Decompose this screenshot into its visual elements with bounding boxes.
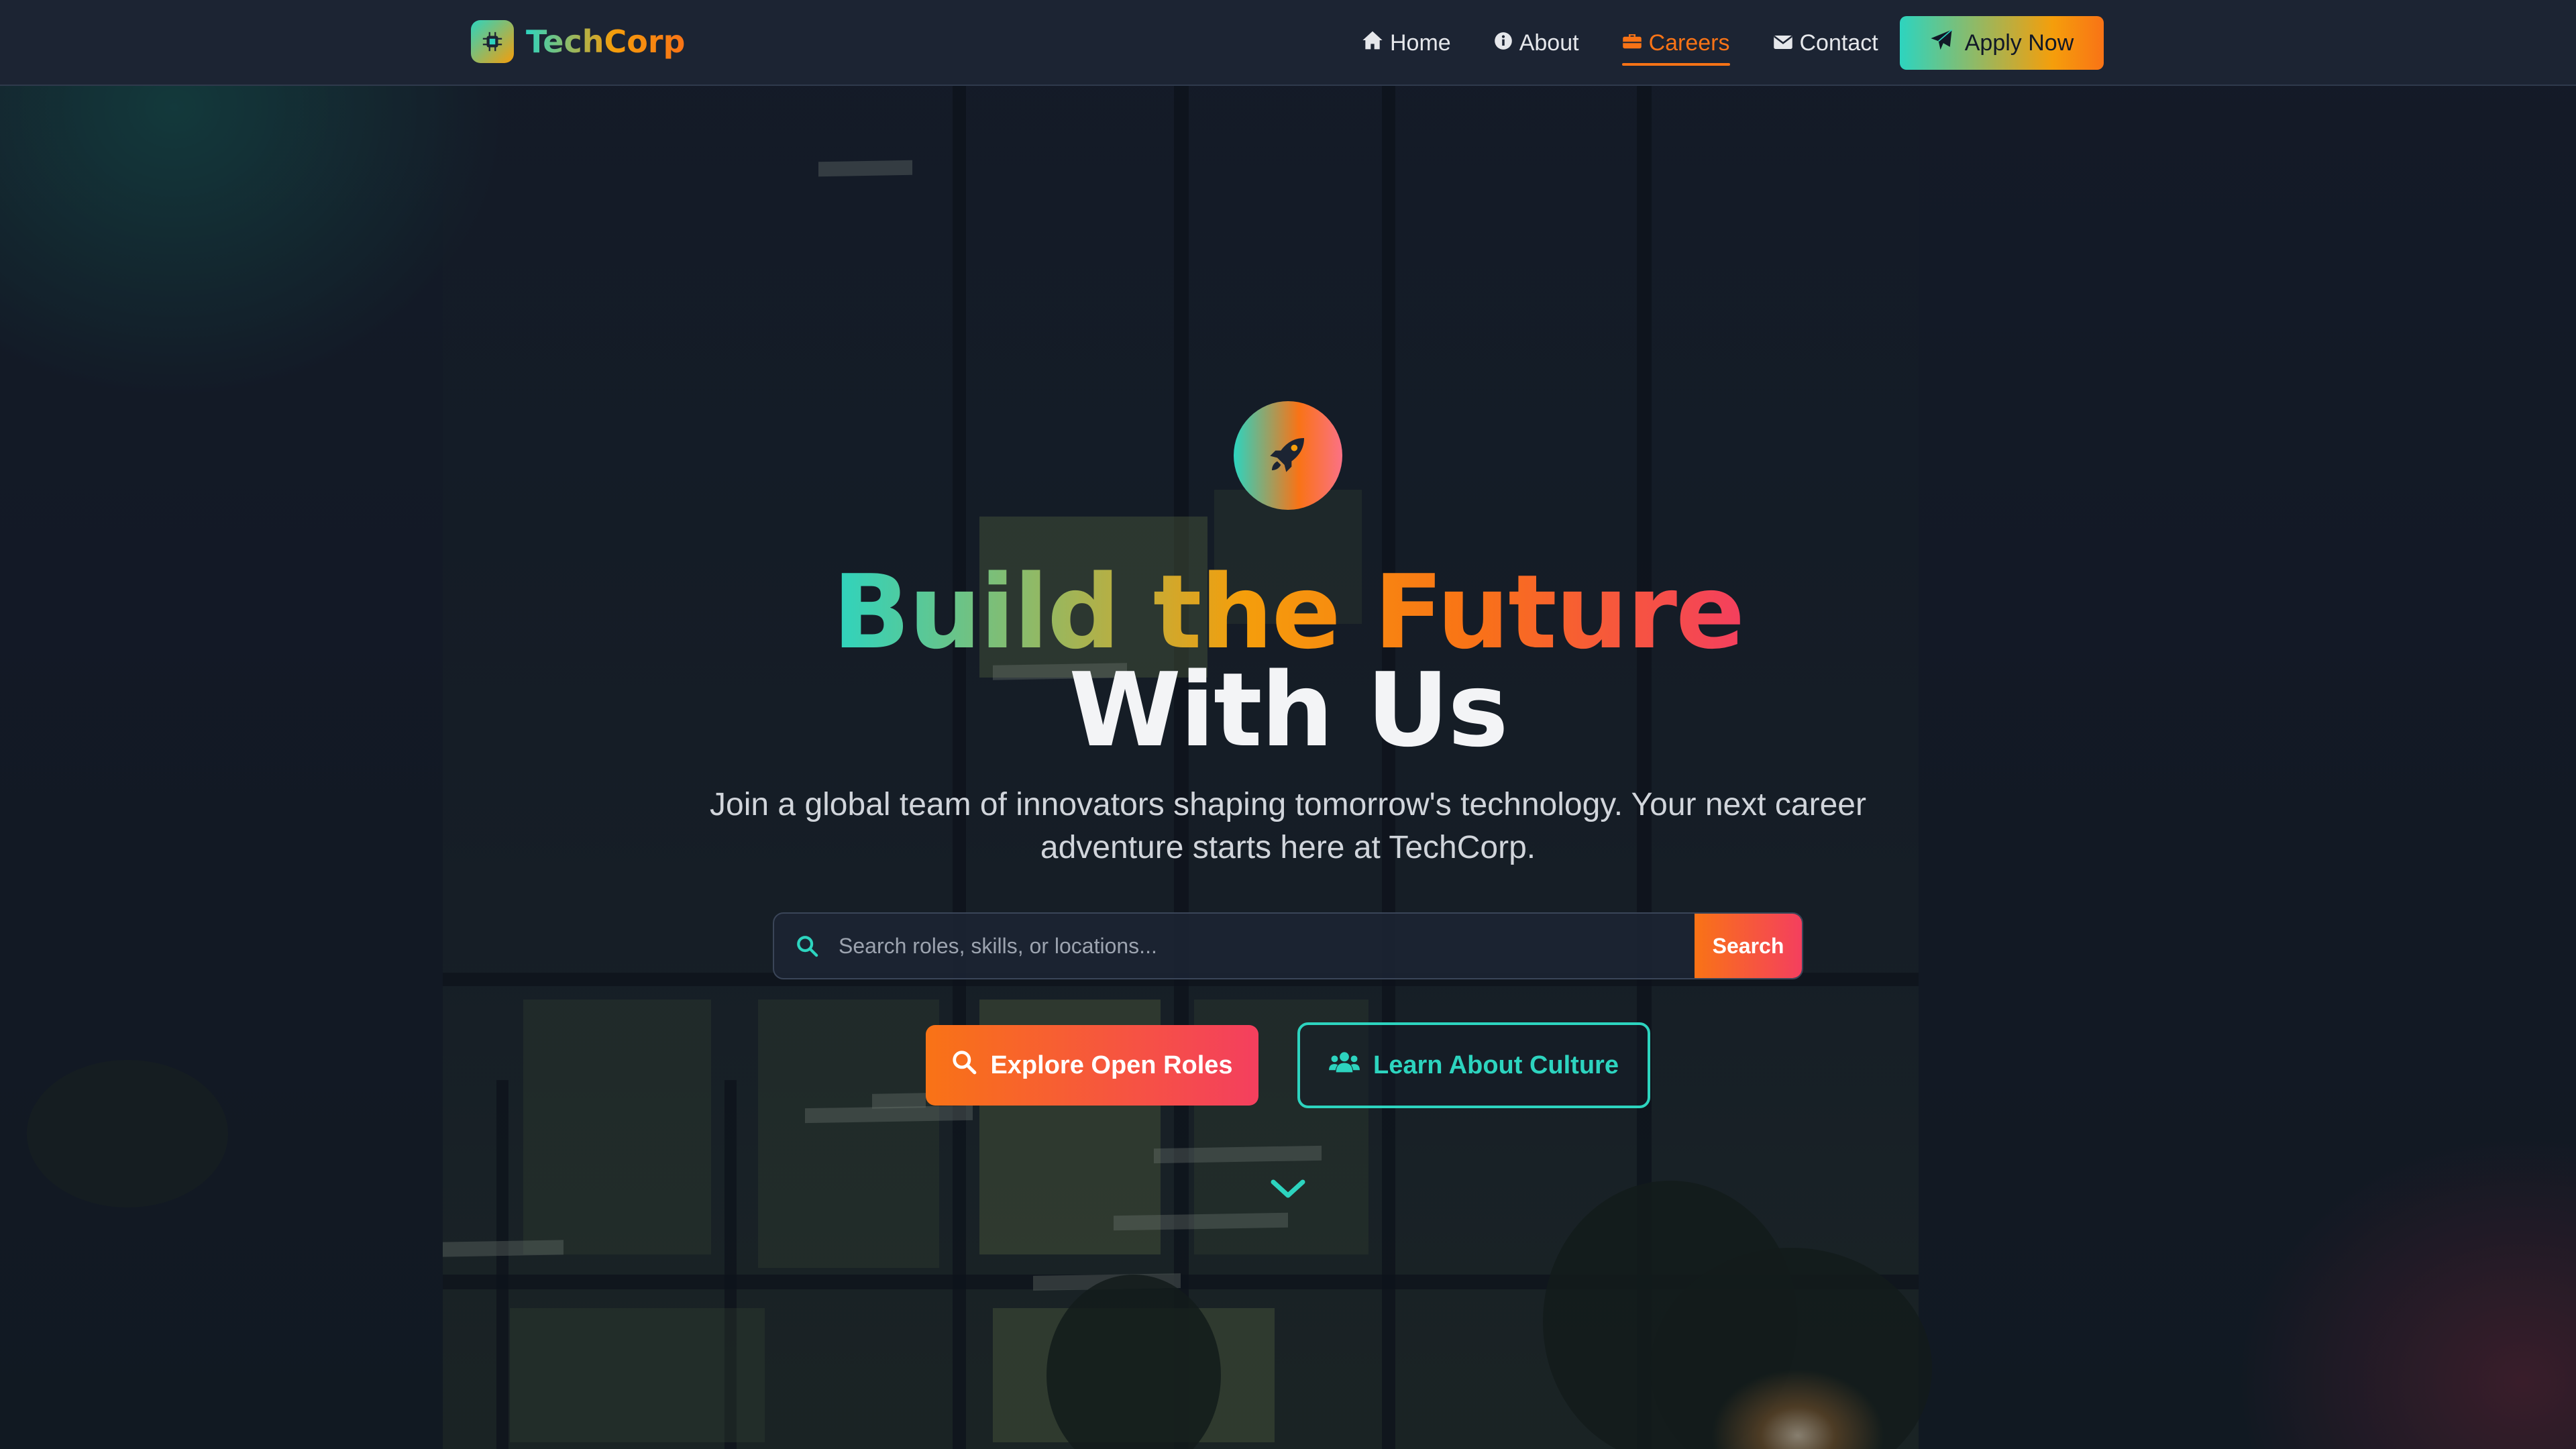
chip-icon: [471, 20, 514, 63]
envelope-icon: [1773, 30, 1793, 56]
brand-logo[interactable]: TechCorp: [471, 20, 685, 63]
search-icon: [796, 932, 822, 959]
headline-secondary: With Us: [1069, 651, 1508, 769]
hero-subtitle: Join a global team of innovators shaping…: [710, 787, 1866, 865]
chevron-down-icon[interactable]: [1268, 1175, 1308, 1202]
users-icon: [1329, 1050, 1360, 1081]
nav-contact-label: Contact: [1799, 30, 1878, 56]
nav-home[interactable]: Home: [1362, 30, 1451, 56]
nav-links: Home About Careers Contact: [1362, 0, 1921, 86]
job-search-input[interactable]: [822, 914, 1695, 978]
info-icon: [1494, 30, 1513, 56]
paper-plane-icon: [1930, 29, 1953, 58]
home-icon: [1362, 30, 1383, 56]
top-navbar: TechCorp Home About Careers Contact Appl…: [0, 0, 2576, 86]
search-button[interactable]: Search: [1695, 914, 1802, 978]
nav-careers[interactable]: Careers: [1621, 30, 1730, 66]
nav-careers-label: Careers: [1648, 30, 1730, 56]
explore-open-roles-button[interactable]: Explore Open Roles: [926, 1025, 1258, 1106]
rocket-badge: [1234, 401, 1342, 510]
job-search-bar: Search: [773, 912, 1803, 979]
hero-section: Build the Future With Us Join a global t…: [0, 86, 2576, 1449]
search-icon: [951, 1049, 977, 1081]
explore-open-roles-label: Explore Open Roles: [990, 1051, 1233, 1079]
apply-now-label: Apply Now: [1964, 30, 2074, 56]
nav-contact[interactable]: Contact: [1773, 30, 1878, 56]
rocket-icon: [1267, 433, 1309, 479]
briefcase-icon: [1622, 30, 1642, 56]
nav-home-label: Home: [1390, 30, 1451, 56]
nav-about-label: About: [1519, 30, 1579, 56]
brand-name: TechCorp: [526, 23, 686, 60]
nav-about[interactable]: About: [1494, 30, 1579, 56]
apply-now-button[interactable]: Apply Now: [1900, 16, 2104, 70]
learn-about-culture-button[interactable]: Learn About Culture: [1297, 1022, 1650, 1108]
learn-about-culture-label: Learn About Culture: [1373, 1051, 1619, 1079]
